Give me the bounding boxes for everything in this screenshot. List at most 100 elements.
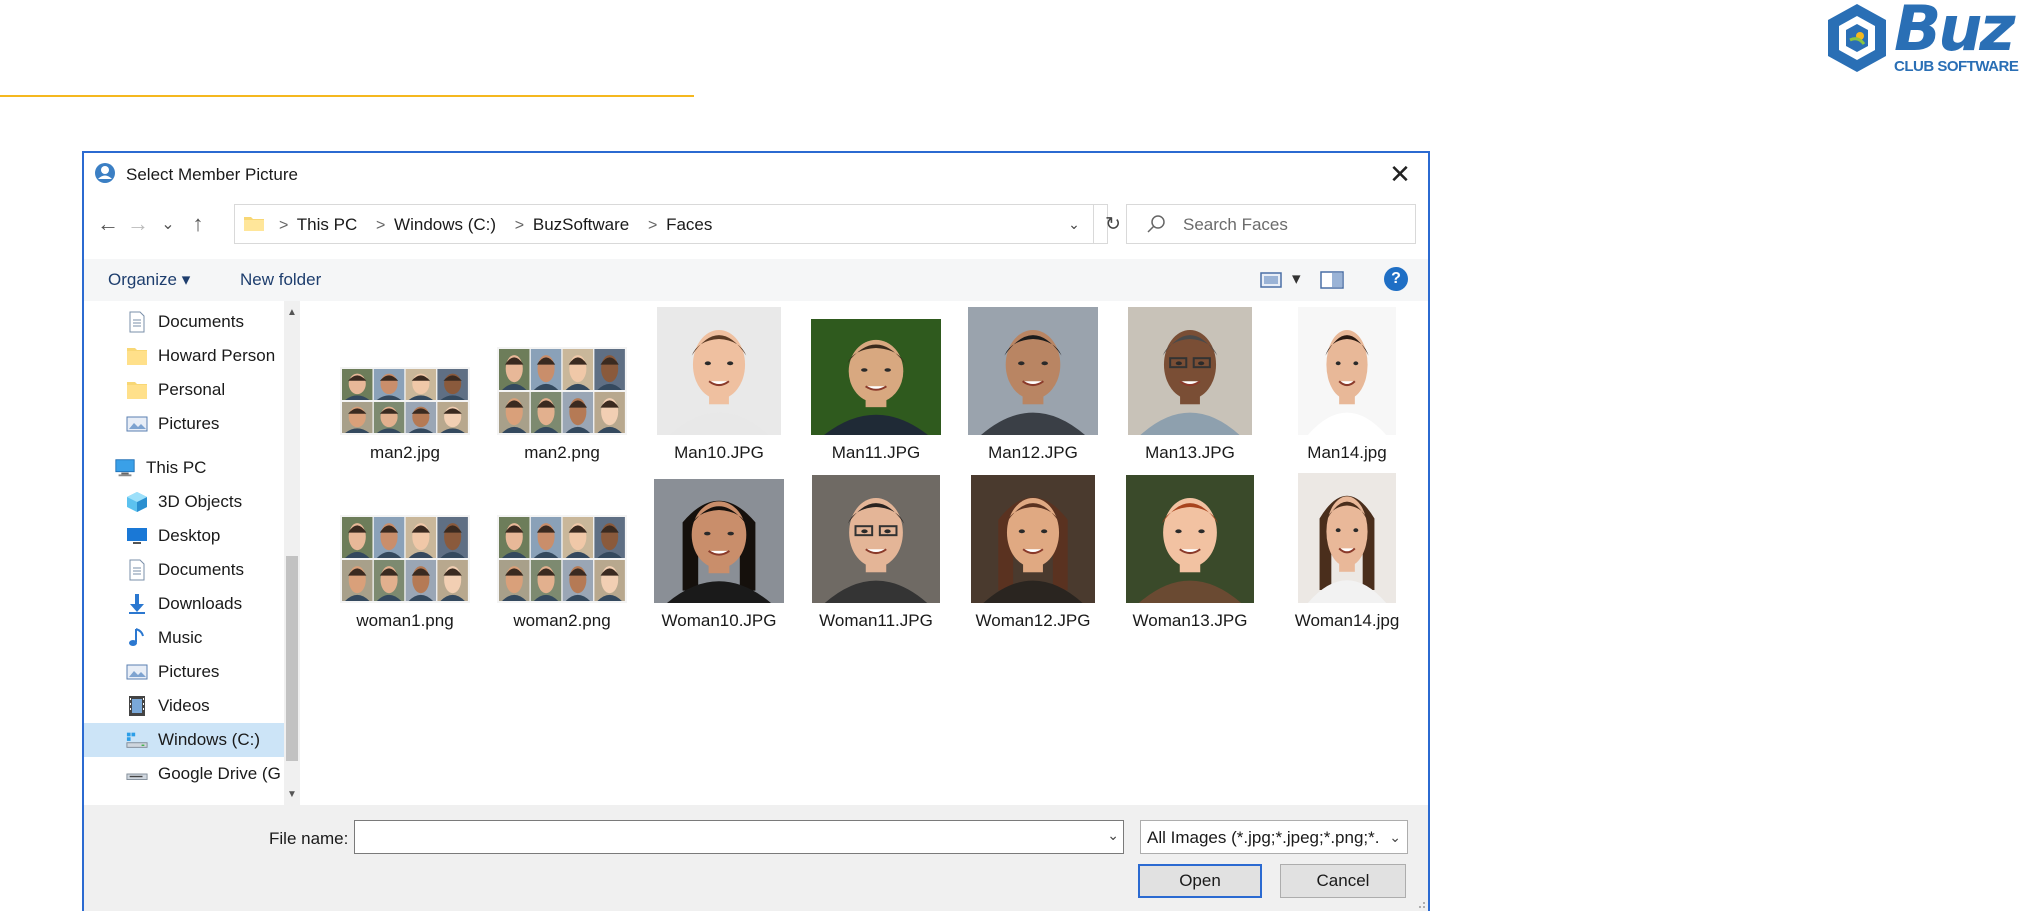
file-item[interactable]: woman2.png bbox=[487, 479, 637, 639]
file-name-label: Man11.JPG bbox=[831, 443, 921, 462]
sidebar-item-label: Documents bbox=[158, 560, 244, 579]
sidebar-item-documents[interactable]: Documents bbox=[84, 305, 284, 339]
file-name-label: man2.png bbox=[524, 443, 600, 462]
file-item[interactable]: Woman10.JPG bbox=[644, 479, 794, 639]
search-input[interactable] bbox=[1181, 213, 1405, 237]
member-picture-icon bbox=[95, 163, 115, 183]
organize-button[interactable]: Organize ▾ bbox=[108, 270, 190, 290]
file-item[interactable]: Woman11.JPG bbox=[801, 475, 951, 639]
desktop-icon bbox=[126, 525, 148, 547]
breadcrumb-separator: > bbox=[279, 217, 289, 234]
sidebar-item-videos[interactable]: Videos bbox=[84, 689, 284, 723]
pictures-icon bbox=[126, 413, 148, 435]
sidebar-item-this-pc[interactable]: This PC bbox=[84, 451, 284, 485]
file-item[interactable]: man2.jpg bbox=[330, 311, 480, 471]
folder-icon bbox=[126, 345, 148, 367]
file-name-label: woman2.png bbox=[513, 611, 611, 630]
help-icon[interactable]: ? bbox=[1384, 267, 1408, 291]
open-button[interactable]: Open bbox=[1138, 864, 1262, 898]
search-box[interactable] bbox=[1126, 204, 1416, 244]
scroll-thumb[interactable] bbox=[286, 556, 298, 761]
file-thumbnail bbox=[487, 515, 637, 603]
file-name-label: Man14.jpg bbox=[1307, 443, 1387, 462]
sidebar-item-label: 3D Objects bbox=[158, 492, 243, 511]
preview-pane-icon[interactable] bbox=[1320, 271, 1344, 289]
recent-locations-button[interactable]: ⌄ bbox=[154, 209, 182, 239]
pictures-icon bbox=[126, 661, 148, 683]
file-item[interactable]: Woman12.JPG bbox=[958, 475, 1108, 639]
close-button[interactable]: ✕ bbox=[1380, 157, 1420, 191]
address-dropdown-button[interactable]: ⌄ bbox=[1055, 205, 1093, 243]
file-thumbnail bbox=[1115, 475, 1265, 603]
sidebar-item-documents[interactable]: Documents bbox=[84, 553, 284, 587]
file-item[interactable]: man2.png bbox=[487, 311, 637, 471]
file-name-input[interactable] bbox=[361, 826, 1085, 850]
sidebar-item-desktop[interactable]: Desktop bbox=[84, 519, 284, 553]
sidebar-item-google-drive-g[interactable]: Google Drive (G bbox=[84, 757, 284, 791]
file-thumbnail bbox=[330, 515, 480, 603]
file-name-label: Woman14.jpg bbox=[1294, 611, 1400, 630]
sidebar-item-label: Documents bbox=[158, 312, 244, 331]
file-name-dropdown-button[interactable]: ⌄ bbox=[1107, 827, 1119, 844]
sidebar-item-pictures[interactable]: Pictures bbox=[84, 407, 284, 441]
sidebar-item-downloads[interactable]: Downloads bbox=[84, 587, 284, 621]
file-item[interactable]: Man12.JPG bbox=[958, 307, 1108, 471]
new-folder-button[interactable]: New folder bbox=[240, 270, 321, 290]
address-bar[interactable]: > This PC > Windows (C:) > BuzSoftware >… bbox=[234, 204, 1121, 244]
sidebar-item-label: Howard Person bbox=[158, 346, 276, 365]
file-item[interactable]: Man10.JPG bbox=[644, 307, 794, 471]
resize-grip-icon[interactable] bbox=[1414, 897, 1426, 909]
file-thumbnail bbox=[801, 475, 951, 603]
navigation-pane: Documents Howard Person Personal Pictures Th… bbox=[84, 301, 300, 805]
sidebar-item-label: Music bbox=[158, 628, 203, 647]
sidebar-item-personal[interactable]: Personal bbox=[84, 373, 284, 407]
file-item[interactable]: Man14.jpg bbox=[1272, 307, 1422, 471]
breadcrumb-buzsoftware[interactable]: BuzSoftware bbox=[533, 215, 629, 234]
navigation-pane-scrollbar[interactable]: ▲ ▼ bbox=[284, 301, 300, 805]
sidebar-item-music[interactable]: Music bbox=[84, 621, 284, 655]
breadcrumb-windows-c[interactable]: Windows (C:) bbox=[394, 215, 496, 234]
file-name-label: Woman11.JPG bbox=[819, 611, 933, 630]
sidebar-item-3d-objects[interactable]: 3D Objects bbox=[84, 485, 284, 519]
logo-tagline: CLUB SOFTWARE bbox=[1894, 58, 2019, 75]
scroll-down-button[interactable]: ▼ bbox=[284, 785, 300, 803]
breadcrumb: > This PC > Windows (C:) > BuzSoftware >… bbox=[269, 215, 716, 235]
dialog-title: Select Member Picture bbox=[126, 165, 298, 184]
file-thumbnail bbox=[330, 367, 480, 435]
file-item[interactable]: Woman14.jpg bbox=[1272, 473, 1422, 639]
file-type-filter-value: All Images (*.jpg;*.jpeg;*.png;*. bbox=[1147, 828, 1379, 847]
breadcrumb-this-pc[interactable]: This PC bbox=[297, 215, 357, 234]
file-item[interactable]: woman1.png bbox=[330, 479, 480, 639]
file-name-combobox[interactable]: ⌄ bbox=[354, 820, 1124, 854]
file-item[interactable]: Man13.JPG bbox=[1115, 307, 1265, 471]
search-icon bbox=[1147, 215, 1165, 233]
file-name-label: Woman13.JPG bbox=[1132, 611, 1248, 630]
forward-button[interactable]: → bbox=[124, 209, 152, 239]
sidebar-item-howard-person[interactable]: Howard Person bbox=[84, 339, 284, 373]
chevron-down-icon: ⌄ bbox=[1389, 829, 1401, 845]
sidebar-item-windows-c[interactable]: Windows (C:) bbox=[84, 723, 284, 757]
dialog-titlebar: Select Member Picture ✕ bbox=[84, 153, 1428, 195]
breadcrumb-separator[interactable]: > bbox=[648, 217, 657, 234]
documents-icon bbox=[126, 559, 148, 581]
change-view-icon[interactable] bbox=[1260, 271, 1282, 289]
cancel-button[interactable]: Cancel bbox=[1280, 864, 1406, 898]
file-type-filter[interactable]: All Images (*.jpg;*.jpeg;*.png;*. ⌄ bbox=[1140, 820, 1408, 854]
sidebar-item-pictures[interactable]: Pictures bbox=[84, 655, 284, 689]
file-item[interactable]: Woman13.JPG bbox=[1115, 475, 1265, 639]
3d-objects-icon bbox=[126, 491, 148, 513]
file-open-dialog: Select Member Picture ✕ ← → ⌄ ↑ > This P… bbox=[82, 151, 1430, 911]
back-button[interactable]: ← bbox=[94, 209, 122, 239]
breadcrumb-separator[interactable]: > bbox=[376, 217, 385, 234]
breadcrumb-faces[interactable]: Faces bbox=[666, 215, 712, 234]
scroll-up-button[interactable]: ▲ bbox=[284, 303, 300, 321]
breadcrumb-separator[interactable]: > bbox=[515, 217, 524, 234]
file-name-label: Man10.JPG bbox=[674, 443, 764, 462]
sidebar-item-label: Pictures bbox=[158, 662, 220, 681]
up-button[interactable]: ↑ bbox=[184, 209, 212, 239]
view-options-caret[interactable]: ▾ bbox=[1292, 269, 1301, 289]
file-name-label: Man12.JPG bbox=[988, 443, 1078, 462]
file-thumbnail bbox=[644, 479, 794, 603]
file-item[interactable]: Man11.JPG bbox=[801, 311, 951, 471]
sidebar-item-label: Pictures bbox=[158, 414, 220, 433]
